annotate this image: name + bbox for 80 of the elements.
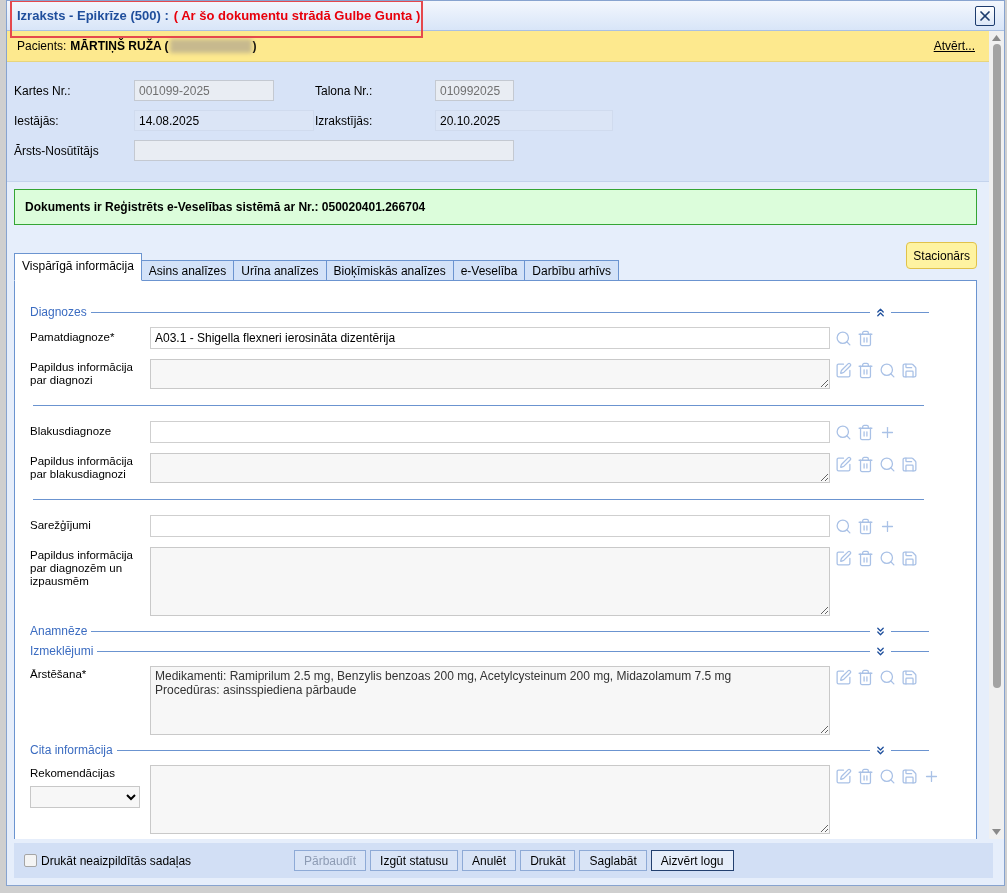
trash-icon[interactable] [857,768,874,785]
close-button[interactable] [975,5,995,26]
footer-button[interactable]: Izgūt statusu [370,850,459,871]
search-icon[interactable] [835,423,852,441]
value-field: 14.08.2025 [134,110,314,131]
closing-parenthesis: ) [252,39,257,53]
search-icon[interactable] [879,669,896,686]
text-area[interactable] [150,359,830,389]
field-label: Papildus informācija par diagnozēm un izpausmēm [30,549,134,588]
edit-icon[interactable] [835,669,852,686]
scroll-up-arrow[interactable] [992,35,1001,41]
field-label: Papildus informācija par diagnozi [30,361,134,387]
dropdown-field[interactable] [30,786,140,808]
trash-icon[interactable] [857,456,874,473]
checkbox-label[interactable]: Drukāt neaizpildītās sadaļas [41,853,192,868]
edit-icon[interactable] [835,550,852,567]
save-icon[interactable] [901,768,918,785]
section-title: Izmeklējumi [30,644,94,658]
trash-icon[interactable] [857,669,874,686]
search-icon[interactable] [879,362,896,379]
field-label: Kartes Nr.: [14,83,72,98]
section-title: Cita informācija [30,743,113,757]
search-icon[interactable] [835,329,852,347]
footer-button[interactable]: Saglabāt [579,850,647,871]
text-area[interactable] [150,547,830,616]
footer-button[interactable]: Drukāt [520,850,576,871]
stationary-button[interactable]: Stacionārs [906,242,977,269]
patient-label: Pacients: [17,39,67,53]
scroll-down-arrow[interactable] [992,829,1001,835]
field-label: Ārsts-Nosūtītājs [14,143,100,158]
search-icon[interactable] [835,517,852,535]
scrollbar-thumb[interactable] [992,44,1001,688]
trash-icon[interactable] [857,517,874,535]
trash-icon[interactable] [857,550,874,567]
text-input[interactable]: A03.1 - Shigella flexneri ierosināta dizentērija [150,327,830,349]
text-input[interactable] [150,421,830,443]
search-icon[interactable] [879,768,896,785]
trash-icon[interactable] [857,423,874,441]
edit-icon[interactable] [835,768,852,785]
window-title: Izraksts - Epikrīze (500) : [17,8,169,23]
section-title: Anamnēze [30,624,88,638]
save-icon[interactable] [901,362,918,379]
search-icon[interactable] [879,550,896,567]
patient-name: MĀRTIŅŠ RUŽA ( [70,39,169,53]
lock-note: ( Ar šo dokumentu strādā Gulbe Gunta ) [173,8,421,23]
field-label: Sarežģījumi [30,519,92,532]
tab[interactable]: Bioķīmiskās analīzes [325,260,454,280]
tab[interactable]: Asins analīzes [140,260,235,280]
field-label: Papildus informācija par blakusdiagnozi [30,455,134,481]
text-input[interactable] [150,515,830,537]
field-label: Blakusdiagnoze [30,425,113,438]
text-area[interactable] [150,453,830,483]
trash-icon[interactable] [857,362,874,379]
field-label: Izrakstījās: [315,113,374,128]
tab[interactable]: Darbību arhīvs [524,260,620,280]
tab[interactable]: Vispārīgā informācija [14,253,142,281]
save-icon[interactable] [901,456,918,473]
plus-icon[interactable] [923,768,940,785]
value-field: 20.10.2025 [435,110,613,131]
save-icon[interactable] [901,550,918,567]
trash-icon[interactable] [857,329,874,347]
section-title: Diagnozes [30,305,87,319]
edit-icon[interactable] [835,456,852,473]
footer-button[interactable]: Aizvērt logu [650,850,734,871]
tab[interactable]: e-Veselība [452,260,526,280]
field-label: Rekomendācijas [30,767,116,780]
edit-icon[interactable] [835,362,852,379]
field-label: Talona Nr.: [315,83,374,98]
checkbox[interactable] [24,854,37,867]
save-icon[interactable] [901,669,918,686]
field-label: Pamatdiagnoze* [30,331,116,344]
search-icon[interactable] [879,456,896,473]
field-label: Iestājās: [14,113,60,128]
tab[interactable]: Urīna analīzes [233,260,327,280]
field-label: Ārstēšana* [30,668,88,681]
footer-button[interactable]: Anulēt [462,850,517,871]
text-area[interactable] [150,765,830,834]
open-link[interactable]: Atvērt... [933,39,975,53]
registration-notice: Dokuments ir Reģistrēts e-Veselības sistēmā ar Nr.: 050020401.266704 [14,189,977,225]
text-area[interactable]: Medikamenti: Ramiprilum 2.5 mg, Benzylis benzoas 200 mg, Acetylcysteinum 200 mg, Midazolamum 7.5 mg Procedūras: asinsspiediena pārbaude [150,666,830,735]
